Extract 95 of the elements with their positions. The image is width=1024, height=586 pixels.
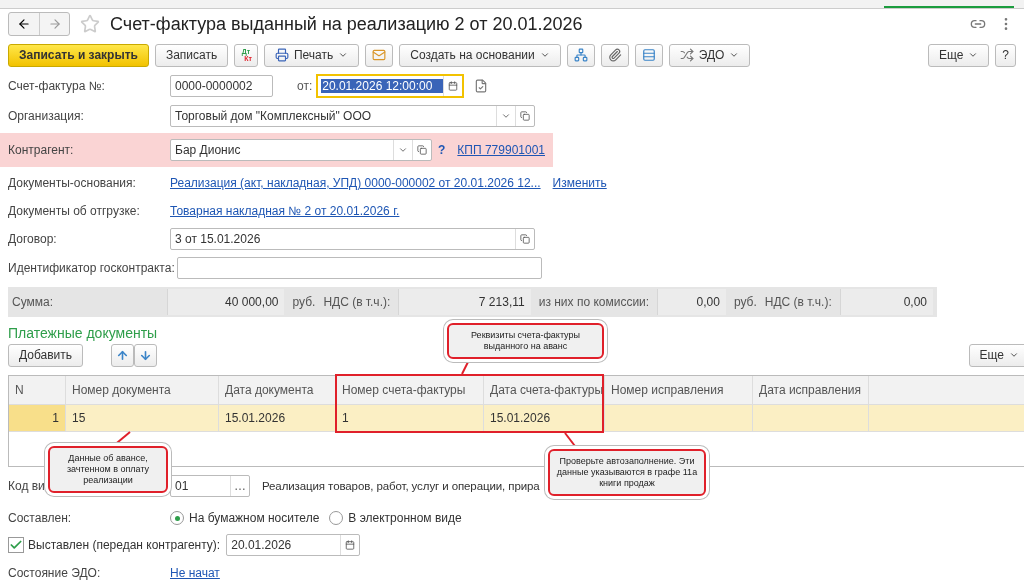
structure-icon: [573, 48, 588, 62]
total-label: руб.: [292, 295, 316, 309]
calendar-icon: [345, 540, 356, 550]
edo-state-link[interactable]: Не начат: [170, 566, 220, 580]
star-icon: [80, 14, 100, 34]
dropdown-icon: [398, 145, 408, 155]
total-label: из них по комиссии:: [538, 295, 650, 309]
attach-button[interactable]: [600, 43, 629, 67]
back-icon: [17, 17, 31, 31]
date-label: от:: [297, 79, 313, 93]
section-title: Платежные документы: [8, 325, 158, 341]
choose-mark: …: [230, 476, 249, 496]
column-header: Номер исправления: [605, 376, 753, 404]
kpp-link[interactable]: КПП 779901001: [457, 143, 545, 157]
field-label: Код ви: [8, 479, 45, 493]
edo-button[interactable]: ЭДО: [668, 43, 751, 67]
date-field[interactable]: 20.01.2026 12:00:00: [316, 74, 465, 98]
open-icon: [520, 234, 530, 244]
rows-icon: [641, 48, 656, 62]
more-button[interactable]: Еще: [927, 43, 990, 67]
document-link[interactable]: Реализация (акт, накладная, УПД) 0000-000002 от 20.01.2026 12...: [170, 176, 541, 190]
paperclip-icon: [607, 48, 622, 62]
document-check-icon: [474, 79, 489, 93]
move-up-button[interactable]: [111, 343, 135, 367]
radio-button[interactable]: [170, 511, 184, 525]
table-cell: 1: [52, 411, 59, 425]
field-label: Контрагент:: [8, 143, 74, 157]
open-icon: [417, 145, 427, 155]
navigation-group[interactable]: [8, 12, 70, 36]
select-field[interactable]: Торговый дом "Комплексный" ООО: [170, 105, 535, 127]
save-and-close-button[interactable]: Записать и закрыть: [8, 43, 149, 67]
up-arrow-icon: [116, 348, 130, 362]
move-down-button[interactable]: [134, 343, 158, 367]
number-field[interactable]: 0000-0000002: [170, 75, 273, 97]
date-field[interactable]: 20.01.2026: [226, 534, 361, 556]
field-label: Документы об отгрузке:: [8, 204, 140, 218]
table-cell: 1: [342, 411, 349, 425]
column-header: N: [9, 376, 66, 404]
field-label: Договор:: [8, 232, 57, 246]
toolbar-button[interactable]: Создать на основании: [399, 43, 561, 67]
total-label: НДС (в т.ч.):: [323, 295, 391, 309]
dropdown-icon: [501, 111, 511, 121]
code-field[interactable]: 01 …: [170, 475, 250, 497]
radio-option[interactable]: В электронном виде: [329, 511, 462, 525]
field-label: Составлен:: [8, 511, 72, 525]
window-title: Счет-фактура выданный на реализацию 2 от 20.01.2026: [110, 13, 584, 35]
table-cell: 15: [72, 411, 86, 425]
caret-icon: [1009, 350, 1019, 360]
help-mark: ?: [438, 143, 446, 157]
caret-icon: [968, 50, 979, 60]
toolbar-button[interactable]: Записать: [154, 43, 229, 67]
radio-option[interactable]: На бумажном носителе: [170, 511, 320, 525]
select-field[interactable]: Бар Дионис: [170, 139, 432, 161]
contract-field[interactable]: 3 от 15.01.2026: [170, 228, 535, 250]
field-label: Состояние ЭДО:: [8, 566, 101, 580]
field-label: Счет-фактура №:: [8, 79, 105, 93]
change-link[interactable]: Изменить: [552, 176, 607, 190]
calendar-icon: [448, 81, 459, 91]
mail-button[interactable]: [365, 43, 394, 67]
field-label: Организация:: [8, 109, 84, 123]
forward-icon: [47, 17, 62, 31]
total-value: 40 000,00: [166, 289, 285, 315]
total-value: 7 213,11: [398, 289, 531, 315]
column-header: Номер документа: [66, 376, 219, 404]
checkbox[interactable]: [8, 537, 24, 553]
total-value: 0,00: [657, 289, 726, 315]
input-field[interactable]: [176, 257, 542, 279]
table-row[interactable]: 1 15 15.01.2026 1 15.01.2026: [9, 405, 1024, 432]
envelope-icon: [372, 48, 387, 62]
table-cell: 15.01.2026: [490, 411, 551, 425]
open-icon: [520, 111, 530, 121]
structure-button[interactable]: [566, 43, 595, 67]
total-value: 0,00: [839, 289, 933, 315]
total-label: руб.: [733, 295, 757, 309]
column-header: Дата исправления: [753, 376, 869, 404]
help-button[interactable]: ?: [995, 43, 1016, 67]
down-arrow-icon: [139, 348, 153, 362]
table-cell: 15.01.2026: [225, 411, 286, 425]
radio-button[interactable]: [329, 511, 344, 525]
register-button[interactable]: [634, 43, 663, 67]
total-label: Сумма:: [12, 295, 55, 309]
more-button[interactable]: Еще: [968, 343, 1024, 367]
add-button[interactable]: Добавить: [8, 343, 84, 367]
checkbox-label: Выставлен (передан контрагенту):: [28, 538, 221, 552]
field-label: Документы-основания:: [8, 176, 136, 190]
printer-icon: [274, 48, 289, 62]
field-label: Идентификатор госконтракта:: [8, 261, 175, 275]
column-header: Дата счета-фактуры: [484, 376, 605, 404]
column-header: Номер счета-фактуры: [336, 376, 484, 404]
exchange-icon: [679, 48, 694, 62]
code-description: Реализация товаров, работ, услуг и операции, прира: [262, 480, 540, 492]
column-header: Дата документа: [219, 376, 336, 404]
print-button[interactable]: Печать: [263, 43, 360, 67]
total-label: НДС (в т.ч.):: [764, 295, 832, 309]
document-link[interactable]: Товарная накладная № 2 от 20.01.2026 г.: [170, 204, 400, 218]
